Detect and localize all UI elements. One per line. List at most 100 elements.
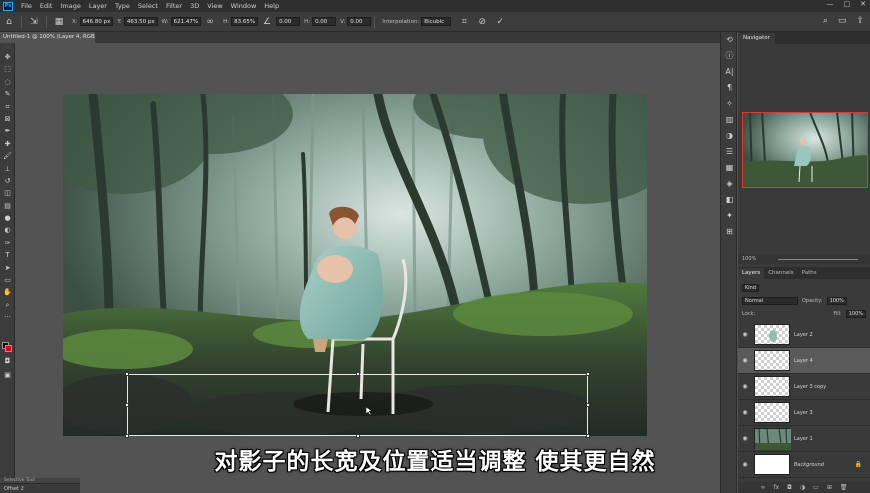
add-mask-icon[interactable]: ◘ xyxy=(787,482,792,493)
clone-stamp-tool-icon[interactable]: ⊥ xyxy=(0,163,15,175)
background-color-swatch[interactable] xyxy=(5,345,12,352)
transform-handle-tl[interactable] xyxy=(125,372,129,376)
layer-row[interactable]: ◉ Layer 3 xyxy=(738,400,870,426)
swatches-panel-icon[interactable]: ▦ xyxy=(721,160,738,176)
rectangle-tool-icon[interactable]: ▭ xyxy=(0,274,15,286)
info-panel-icon[interactable]: ⓘ xyxy=(721,48,738,64)
link-layers-icon[interactable]: ∞ xyxy=(761,482,766,493)
lock-icon[interactable]: 🔒 xyxy=(855,461,862,468)
blur-tool-icon[interactable]: ● xyxy=(0,212,15,224)
width-field[interactable]: 621.47% xyxy=(170,17,202,26)
layer-kind-filter[interactable]: Kind xyxy=(742,283,760,292)
vskew-field[interactable]: 0.00 xyxy=(347,17,372,26)
menu-file[interactable]: File xyxy=(17,2,36,10)
screen-mode-icon[interactable]: ▣ xyxy=(0,369,15,381)
quick-mask-icon[interactable]: ◘ xyxy=(0,355,15,367)
transform-handle-tm[interactable] xyxy=(356,372,360,376)
gradient-tool-icon[interactable]: ▤ xyxy=(0,200,15,212)
x-field[interactable]: 646.80 px xyxy=(79,17,114,26)
type-tool-icon[interactable]: T xyxy=(0,249,15,261)
menu-type[interactable]: Type xyxy=(111,2,134,10)
menu-layer[interactable]: Layer xyxy=(85,2,111,10)
layer-name[interactable]: Background xyxy=(794,462,824,468)
color-panel-icon[interactable]: ◈ xyxy=(721,176,738,192)
document-tab[interactable]: Untitled-1 @ 100% (Layer 4, RGB/8#) * xyxy=(0,32,96,43)
visibility-eye-icon[interactable]: ◉ xyxy=(738,357,752,364)
move-tool-icon[interactable]: ✥ xyxy=(0,51,15,63)
quick-select-tool-icon[interactable]: ✎ xyxy=(0,88,15,100)
workspace-icon[interactable]: ▭ xyxy=(838,16,847,26)
new-layer-icon[interactable]: ⊞ xyxy=(827,482,832,493)
tab-paths[interactable]: Paths xyxy=(798,268,821,279)
tab-navigator[interactable]: Navigator xyxy=(738,33,775,44)
adjustment-layer-icon[interactable]: ◑ xyxy=(800,482,805,493)
hskew-field[interactable]: 0.00 xyxy=(312,17,337,26)
transform-handle-ml[interactable] xyxy=(125,403,129,407)
cancel-transform-icon[interactable]: ⊘ xyxy=(476,16,488,28)
menu-image[interactable]: Image xyxy=(56,2,84,10)
healing-brush-tool-icon[interactable]: ✚ xyxy=(0,138,15,150)
visibility-eye-icon[interactable]: ◉ xyxy=(738,461,752,468)
transform-handle-tr[interactable] xyxy=(586,372,590,376)
menu-help[interactable]: Help xyxy=(260,2,283,10)
delete-layer-icon[interactable]: 🗑 xyxy=(840,482,848,493)
character-panel-icon[interactable]: A| xyxy=(721,64,738,80)
fx-icon[interactable]: fx xyxy=(774,482,780,493)
share-icon[interactable]: ⇪ xyxy=(856,16,864,26)
minimize-button[interactable]: — xyxy=(827,0,834,8)
commit-transform-icon[interactable]: ✓ xyxy=(494,16,506,28)
interpolation-select[interactable]: Bicubic xyxy=(421,17,452,26)
tab-channels[interactable]: Channels xyxy=(764,268,797,279)
brush-tool-icon[interactable]: 🖌 xyxy=(0,150,15,162)
crop-tool-icon[interactable]: ⌗ xyxy=(0,101,15,113)
layer-row-selected[interactable]: ◉ Layer 4 xyxy=(738,348,870,374)
layer-row[interactable]: ◉ Layer 1 xyxy=(738,426,870,452)
visibility-eye-icon[interactable]: ◉ xyxy=(738,383,752,390)
hand-tool-icon[interactable]: ✋ xyxy=(0,286,15,298)
layer-name[interactable]: Layer 1 xyxy=(794,436,813,442)
frame-tool-icon[interactable]: ⊠ xyxy=(0,113,15,125)
layer-row[interactable]: ◉ Layer 2 xyxy=(738,322,870,348)
menu-view[interactable]: View xyxy=(203,2,226,10)
styles-panel-icon[interactable]: ◧ xyxy=(721,192,738,208)
opacity-field[interactable]: 100% xyxy=(826,296,847,305)
menu-filter[interactable]: Filter xyxy=(162,2,186,10)
transform-tool-icon[interactable]: ⇲ xyxy=(28,16,40,28)
menu-3d[interactable]: 3D xyxy=(186,2,203,10)
marquee-tool-icon[interactable]: ⬚ xyxy=(0,63,15,75)
history-panel-icon[interactable]: ⟲ xyxy=(721,32,738,48)
visibility-eye-icon[interactable]: ◉ xyxy=(738,331,752,338)
search-icon[interactable]: ⌕ xyxy=(823,16,828,26)
blend-mode-select[interactable]: Normal xyxy=(742,296,798,305)
y-field[interactable]: 463.50 px xyxy=(123,17,158,26)
lasso-tool-icon[interactable]: ◌ xyxy=(0,76,15,88)
new-group-icon[interactable]: ▭ xyxy=(813,482,819,493)
height-field[interactable]: 83.65% xyxy=(231,17,259,26)
fill-field[interactable]: 100% xyxy=(845,309,866,318)
navigator-zoom-value[interactable]: 100% xyxy=(742,256,756,262)
menu-window[interactable]: Window xyxy=(227,2,261,10)
transform-handle-br[interactable] xyxy=(586,434,590,438)
layer-name[interactable]: Layer 3 xyxy=(794,410,813,416)
libraries-panel-icon[interactable]: ▥ xyxy=(721,112,738,128)
transform-handle-mr[interactable] xyxy=(586,403,590,407)
navigator-view-box[interactable] xyxy=(742,112,868,188)
visibility-eye-icon[interactable]: ◉ xyxy=(738,435,752,442)
tab-layers[interactable]: Layers xyxy=(738,268,765,279)
layer-comps-icon[interactable]: ⊞ xyxy=(721,224,738,240)
maximize-button[interactable]: □ xyxy=(844,0,851,8)
menu-select[interactable]: Select xyxy=(134,2,162,10)
learn-panel-icon[interactable]: ✧ xyxy=(721,96,738,112)
more-tools-icon[interactable]: ··· xyxy=(0,311,15,323)
history-brush-tool-icon[interactable]: ↺ xyxy=(0,175,15,187)
brush-settings-icon[interactable]: ✦ xyxy=(721,208,738,224)
adjustments-panel-icon[interactable]: ◑ xyxy=(721,128,738,144)
layer-name[interactable]: Layer 3 copy xyxy=(794,384,826,390)
dodge-tool-icon[interactable]: ◐ xyxy=(0,224,15,236)
eyedropper-tool-icon[interactable]: ✒ xyxy=(0,125,15,137)
layer-name[interactable]: Layer 4 xyxy=(794,358,813,364)
reference-point-icon[interactable]: ▦ xyxy=(53,16,65,28)
layer-name[interactable]: Layer 2 xyxy=(794,332,813,338)
transform-handle-bl[interactable] xyxy=(125,434,129,438)
zoom-tool-icon[interactable]: ⌕ xyxy=(0,299,15,311)
